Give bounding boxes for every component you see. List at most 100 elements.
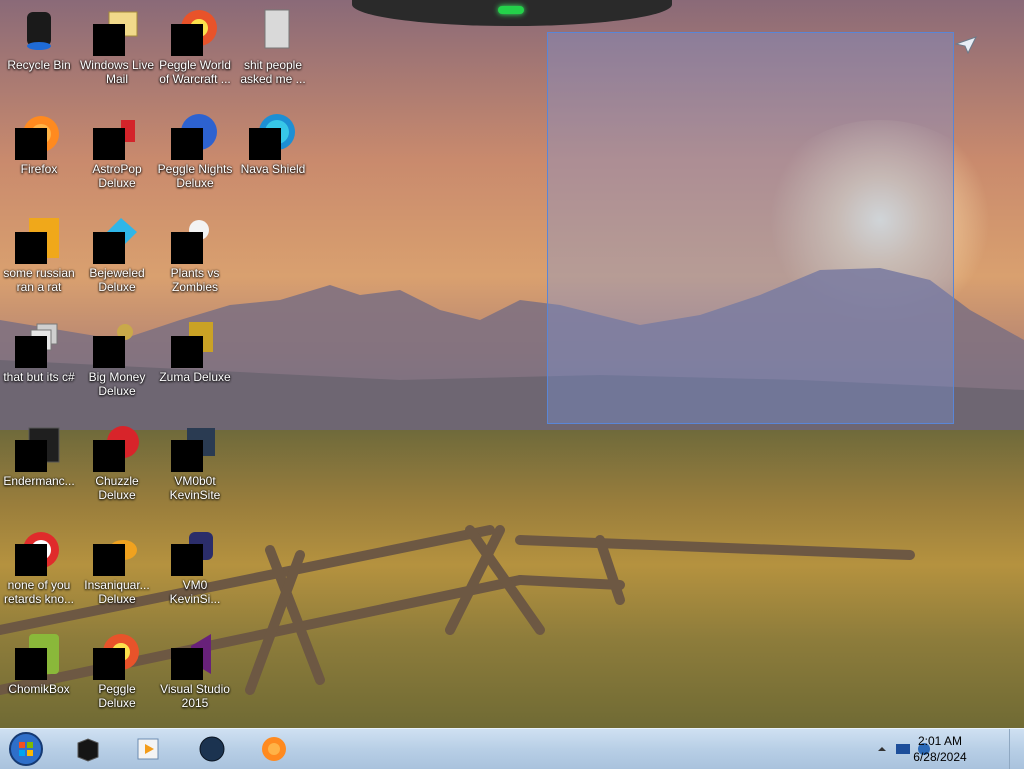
desktop-icon-bejeweled-deluxe[interactable]: Bejeweled Deluxe — [78, 214, 156, 310]
icon-label: Visual Studio 2015 — [160, 682, 230, 710]
taskbar-app-media-player[interactable] — [132, 733, 164, 765]
bejeweled-deluxe-icon — [93, 214, 141, 264]
taskbar: 2:01 AM 6/28/2024 — [0, 728, 1024, 769]
redaction-block — [93, 544, 125, 576]
redaction-block — [249, 128, 281, 160]
show-desktop-button[interactable] — [1009, 729, 1024, 769]
icon-label: Windows Live Mail — [79, 58, 155, 86]
clock-date: 6/28/2024 — [913, 750, 967, 764]
icon-label: VM0 KevinSi... — [169, 578, 221, 606]
tray-monitor-icon — [896, 744, 910, 754]
peggle-world-of-warcraft-icon — [171, 6, 219, 56]
desktop-icon-plants-vs-zombies[interactable]: Plants vs Zombies — [156, 214, 234, 310]
icon-label: Peggle Nights Deluxe — [157, 162, 233, 190]
desktop-icon-chuzzle-deluxe[interactable]: Chuzzle Deluxe — [78, 422, 156, 518]
redaction-block — [15, 648, 47, 680]
redaction-block — [171, 24, 203, 56]
icon-label: that but its c# — [3, 370, 75, 384]
desktop-icon-vm0b0t-kevinsite[interactable]: VM0b0t KevinSite — [156, 422, 234, 518]
desktop-icon-peggle-world-of-warcraft[interactable]: Peggle World of Warcraft ... — [156, 6, 234, 102]
redaction-block — [15, 544, 47, 576]
redaction-block — [93, 440, 125, 472]
desktop-icon-visual-studio-2015[interactable]: Visual Studio 2015 — [156, 630, 234, 726]
redaction-block — [171, 544, 203, 576]
icon-label: Peggle Deluxe — [98, 682, 136, 710]
icon-label: Bejeweled Deluxe — [89, 266, 145, 294]
desktop-icon-peggle-deluxe[interactable]: Peggle Deluxe — [78, 630, 156, 726]
redaction-block — [15, 336, 47, 368]
tray-chevron-up-icon — [878, 747, 886, 751]
firefox-icon — [15, 110, 63, 160]
icon-label: some russian ran a rat — [3, 266, 75, 294]
redaction-block — [93, 336, 125, 368]
visual-studio-icon — [171, 630, 219, 680]
desktop-icon-vm0-kevinsite[interactable]: VM0 KevinSi... — [156, 526, 234, 622]
vm0-icon — [171, 526, 219, 576]
peggle-nights-icon — [171, 110, 219, 160]
chomikbox-icon — [15, 630, 63, 680]
icon-label: shit people asked me ... — [240, 58, 306, 86]
nava-shield-icon — [249, 110, 297, 160]
redaction-block — [93, 648, 125, 680]
desktop-icon-none-of-you[interactable]: none of you retards kno... — [0, 526, 78, 622]
icon-label: Recycle Bin — [7, 58, 71, 72]
vm0b0t-icon — [171, 422, 219, 472]
taskbar-app-firefox[interactable] — [258, 733, 290, 765]
icon-label: Chuzzle Deluxe — [95, 474, 139, 502]
icon-label: ChomikBox — [8, 682, 70, 696]
redaction-block — [171, 440, 203, 472]
redaction-block — [93, 232, 125, 264]
redaction-block — [93, 128, 125, 160]
black-cube-app-icon — [77, 738, 99, 762]
icon-label: Plants vs Zombies — [170, 266, 220, 294]
icon-label: VM0b0t KevinSite — [169, 474, 221, 502]
taskbar-app-dark-globe[interactable] — [196, 733, 228, 765]
redaction-block — [15, 232, 47, 264]
redaction-block — [171, 232, 203, 264]
media-player-icon — [137, 738, 159, 760]
desktop-icon-recycle-bin[interactable]: Recycle Bin — [0, 6, 78, 102]
desktop-icon-astropop-deluxe[interactable]: AstroPop Deluxe — [78, 110, 156, 206]
desktop-icon-nava-shield[interactable]: Nava Shield — [234, 110, 312, 206]
desktop-icon-peggle-nights-deluxe[interactable]: Peggle Nights Deluxe — [156, 110, 234, 206]
taskbar-clock[interactable]: 2:01 AM 6/28/2024 — [910, 733, 970, 765]
start-button[interactable] — [6, 731, 46, 767]
yellow-app-icon — [15, 214, 63, 264]
desktop-icon-windows-live-mail[interactable]: Windows Live Mail — [78, 6, 156, 102]
desktop[interactable]: Recycle Bin Firefox some russian ran a r… — [0, 0, 1024, 728]
text-file-icon — [249, 6, 297, 54]
mouse-cursor-icon — [955, 36, 977, 54]
astropop-deluxe-icon — [93, 110, 141, 160]
console-app-icon — [15, 422, 63, 472]
redaction-block — [15, 440, 47, 472]
firefox-icon — [262, 737, 286, 761]
desktop-icon-shit-people-asked-me[interactable]: shit people asked me ... — [234, 6, 312, 102]
drag-selection-rectangle — [547, 32, 954, 424]
clock-time: 2:01 AM — [917, 734, 963, 748]
redaction-block — [171, 336, 203, 368]
plants-vs-zombies-icon — [171, 214, 219, 264]
folder-stack-icon — [15, 318, 63, 368]
desktop-icon-firefox[interactable]: Firefox — [0, 110, 78, 206]
desktop-icon-endermanc[interactable]: Endermanc... — [0, 422, 78, 518]
desktop-icon-big-money-deluxe[interactable]: Big Money Deluxe — [78, 318, 156, 414]
red-app-icon — [15, 526, 63, 576]
redaction-block — [171, 128, 203, 160]
redaction-block — [171, 648, 203, 680]
redaction-block — [15, 128, 47, 160]
icon-label: none of you retards kno... — [3, 578, 75, 606]
desktop-icon-zuma-deluxe[interactable]: Zuma Deluxe — [156, 318, 234, 414]
desktop-icon-insaniquarium-deluxe[interactable]: Insaniquar... Deluxe — [78, 526, 156, 622]
status-led-icon — [498, 6, 524, 14]
icon-label: Big Money Deluxe — [88, 370, 146, 398]
insaniquarium-deluxe-icon — [93, 526, 141, 576]
icon-label: Nava Shield — [240, 162, 306, 176]
icon-label: Endermanc... — [3, 474, 75, 488]
peggle-deluxe-icon — [93, 630, 141, 680]
icon-label: Insaniquar... Deluxe — [84, 578, 150, 606]
desktop-icon-that-but-its-c-sharp[interactable]: that but its c# — [0, 318, 78, 414]
recycle-bin-icon — [15, 6, 63, 54]
taskbar-app-black-cube[interactable] — [72, 733, 104, 765]
desktop-icon-chomikbox[interactable]: ChomikBox — [0, 630, 78, 726]
desktop-icon-some-russian-ran-a-rat[interactable]: some russian ran a rat — [0, 214, 78, 310]
